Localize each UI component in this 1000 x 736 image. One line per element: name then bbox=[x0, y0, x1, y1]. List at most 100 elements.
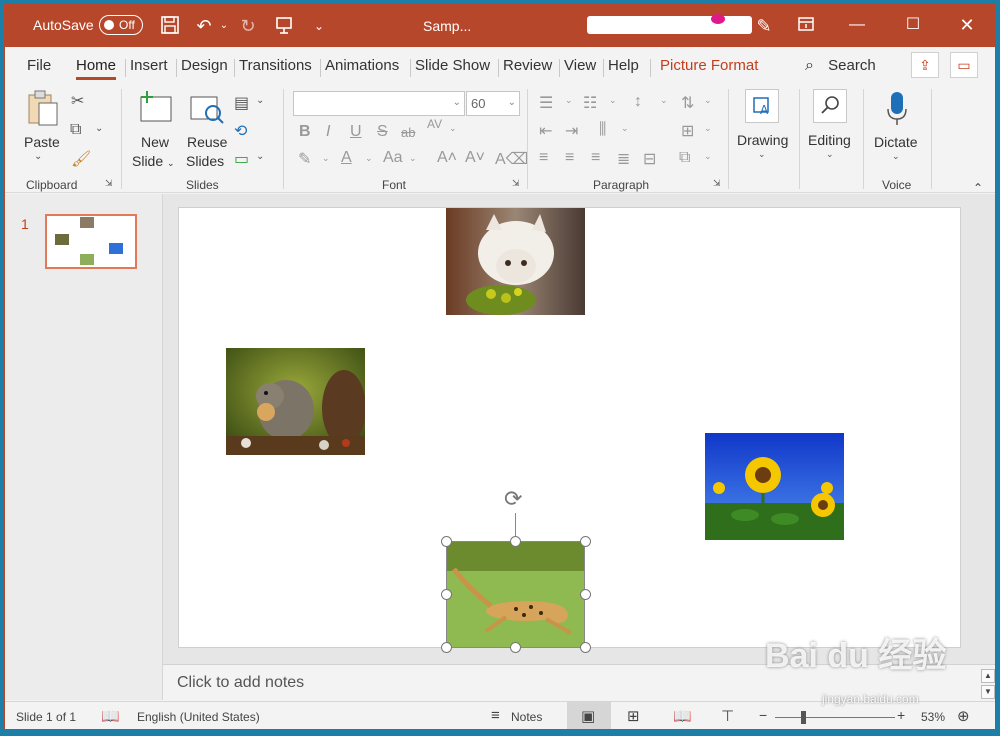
tab-picture-format[interactable]: Picture Format bbox=[660, 57, 758, 74]
resize-handle-right[interactable] bbox=[580, 589, 591, 600]
autosave-toggle[interactable]: Off bbox=[99, 15, 143, 35]
highlight-dropdown-icon[interactable]: ⌄ bbox=[322, 153, 330, 164]
tab-home[interactable]: Home bbox=[76, 57, 117, 80]
language-indicator[interactable]: English (United States) bbox=[137, 710, 260, 724]
bullets-dropdown-icon[interactable]: ⌄ bbox=[565, 95, 573, 106]
format-painter-icon[interactable]: 🖌 bbox=[71, 149, 91, 169]
editing-dropdown-icon[interactable]: ⌄ bbox=[826, 149, 834, 160]
tab-animations[interactable]: Animations bbox=[325, 57, 399, 74]
justify-icon[interactable]: ≣ bbox=[617, 149, 630, 169]
clear-formatting-icon[interactable]: A⌫ bbox=[495, 149, 528, 169]
font-color-dropdown-icon[interactable]: ⌄ bbox=[365, 153, 373, 164]
increase-indent-icon[interactable]: ⇥ bbox=[565, 121, 578, 141]
paste-button[interactable]: Paste bbox=[24, 134, 60, 150]
line-spacing-icon[interactable]: ↕ bbox=[634, 93, 642, 111]
align-center-icon[interactable]: ≡ bbox=[565, 149, 574, 167]
section-dropdown-icon[interactable]: ⌄ bbox=[256, 151, 264, 162]
new-slide-icon[interactable] bbox=[139, 91, 173, 125]
minimize-icon[interactable]: — bbox=[842, 13, 872, 37]
resize-handle-left[interactable] bbox=[441, 589, 452, 600]
collapse-ribbon-icon[interactable]: ⌃ bbox=[973, 181, 983, 195]
bold-icon[interactable]: B bbox=[299, 123, 311, 141]
columns-dropdown-icon[interactable]: ⌄ bbox=[621, 123, 629, 134]
redo-icon[interactable]: ↻ bbox=[237, 15, 259, 37]
cut-icon[interactable]: ✂ bbox=[71, 91, 84, 111]
increase-font-icon[interactable]: A˄ bbox=[437, 149, 457, 167]
notes-toggle-icon[interactable]: ≡ bbox=[491, 707, 500, 724]
underline-icon[interactable]: U bbox=[350, 123, 362, 141]
align-left-icon[interactable]: ≡ bbox=[539, 149, 548, 167]
designer-icon[interactable]: ✎ bbox=[753, 15, 775, 37]
character-spacing-icon[interactable]: AV bbox=[427, 117, 442, 131]
columns-icon[interactable]: ⫼ bbox=[599, 121, 606, 139]
slide-thumbnail[interactable] bbox=[45, 214, 137, 269]
tab-design[interactable]: Design bbox=[181, 57, 228, 74]
change-case-dropdown-icon[interactable]: ⌄ bbox=[409, 153, 417, 164]
font-launcher-icon[interactable]: ⇲ bbox=[512, 178, 520, 189]
share-icon[interactable]: ⇪ bbox=[911, 52, 939, 78]
customize-toolbar-icon[interactable]: ⌄ bbox=[308, 15, 330, 37]
distribute-icon[interactable]: ⊟ bbox=[643, 149, 656, 169]
tab-review[interactable]: Review bbox=[503, 57, 552, 74]
decrease-font-icon[interactable]: A˅ bbox=[465, 149, 485, 167]
reset-icon[interactable]: ⟲ bbox=[234, 121, 247, 141]
new-slide-label[interactable]: New bbox=[141, 134, 169, 150]
resize-handle-bottom-right[interactable] bbox=[580, 642, 591, 653]
resize-handle-top[interactable] bbox=[510, 536, 521, 547]
strikethrough-icon[interactable]: ab bbox=[401, 125, 415, 140]
present-icon[interactable] bbox=[273, 15, 295, 37]
font-name-combobox[interactable]: ⌄ bbox=[293, 91, 465, 116]
copy-icon[interactable]: ⧉ bbox=[70, 121, 81, 139]
numbering-dropdown-icon[interactable]: ⌄ bbox=[609, 95, 617, 106]
slideshow-view-icon[interactable]: ⊤ bbox=[721, 707, 734, 725]
align-text-dropdown-icon[interactable]: ⌄ bbox=[704, 123, 712, 134]
sunflower-image[interactable] bbox=[705, 433, 844, 540]
layout-icon[interactable]: ▤ bbox=[234, 93, 249, 113]
normal-view-icon[interactable]: ▣ bbox=[581, 707, 595, 725]
paste-dropdown-icon[interactable]: ⌄ bbox=[34, 151, 42, 162]
search-box[interactable]: ⌕ Search bbox=[805, 57, 876, 75]
scroll-down-icon[interactable]: ▼ bbox=[981, 685, 995, 699]
numbering-icon[interactable]: ☷ bbox=[583, 93, 597, 113]
zoom-slider[interactable] bbox=[775, 717, 895, 718]
squirrel-image[interactable] bbox=[226, 348, 365, 455]
tab-help[interactable]: Help bbox=[608, 57, 639, 74]
resize-handle-top-right[interactable] bbox=[580, 536, 591, 547]
resize-handle-top-left[interactable] bbox=[441, 536, 452, 547]
paragraph-launcher-icon[interactable]: ⇲ bbox=[713, 178, 721, 189]
editing-button[interactable]: Editing bbox=[808, 132, 851, 148]
resize-handle-bottom[interactable] bbox=[510, 642, 521, 653]
align-right-icon[interactable]: ≡ bbox=[591, 149, 600, 167]
spacing-dropdown-icon[interactable]: ⌄ bbox=[449, 123, 457, 134]
text-direction-icon[interactable]: ⇅ bbox=[681, 93, 694, 113]
cat-image[interactable] bbox=[446, 208, 585, 315]
new-slide-label-2[interactable]: Slide ⌄ bbox=[132, 153, 175, 169]
tab-transitions[interactable]: Transitions bbox=[239, 57, 312, 74]
save-icon[interactable] bbox=[159, 15, 181, 37]
tab-slide-show[interactable]: Slide Show bbox=[415, 57, 490, 74]
zoom-in-button[interactable]: + bbox=[897, 707, 905, 723]
drawing-icon[interactable]: A bbox=[745, 89, 779, 123]
dictate-dropdown-icon[interactable]: ⌄ bbox=[892, 151, 900, 162]
tab-file[interactable]: File bbox=[27, 57, 51, 74]
change-case-icon[interactable]: Aa bbox=[383, 149, 403, 167]
slide-canvas[interactable]: ⟳ bbox=[178, 207, 961, 653]
accessibility-icon[interactable]: 📖 bbox=[101, 707, 120, 725]
line-spacing-dropdown-icon[interactable]: ⌄ bbox=[660, 95, 668, 106]
close-icon[interactable]: ✕ bbox=[952, 13, 982, 37]
tab-view[interactable]: View bbox=[564, 57, 596, 74]
decrease-indent-icon[interactable]: ⇤ bbox=[539, 121, 552, 141]
highlight-icon[interactable]: ✎ bbox=[298, 149, 311, 169]
copy-dropdown-icon[interactable]: ⌄ bbox=[95, 123, 103, 134]
section-icon[interactable]: ▭ bbox=[234, 149, 249, 169]
drawing-button[interactable]: Drawing bbox=[737, 132, 788, 148]
slide-sorter-icon[interactable]: ⊞ bbox=[627, 707, 640, 725]
reading-view-icon[interactable]: 📖 bbox=[673, 707, 692, 725]
reuse-slides-label[interactable]: Reuse bbox=[187, 134, 227, 150]
maximize-icon[interactable]: ☐ bbox=[898, 13, 928, 37]
bullets-icon[interactable]: ☰ bbox=[539, 93, 553, 113]
smartart-icon[interactable]: ⧉ bbox=[679, 149, 690, 167]
microphone-icon[interactable] bbox=[883, 89, 911, 129]
layout-dropdown-icon[interactable]: ⌄ bbox=[256, 95, 264, 106]
rotate-handle-icon[interactable]: ⟳ bbox=[504, 486, 522, 512]
